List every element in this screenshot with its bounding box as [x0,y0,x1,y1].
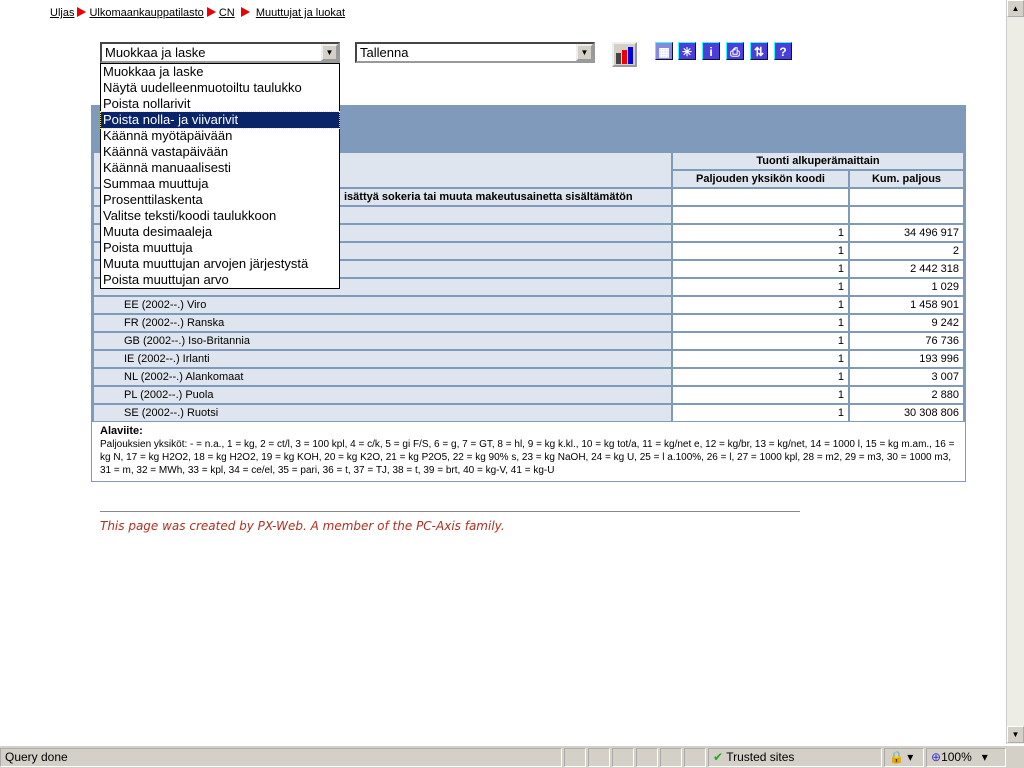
zoom-button[interactable]: ⊕100% ▾ [926,748,1006,767]
quantity-cell: 3 007 [850,369,963,385]
table-row: IE (2002--.) Irlanti 1 193 996 [94,351,963,367]
quantity-cell: 193 996 [850,351,963,367]
table-row: FR (2002--.) Ranska 1 9 242 [94,315,963,331]
flag-icon [77,7,87,17]
dropdown-option[interactable]: Summaa muuttuja [101,176,339,192]
unit-code-cell: 1 [673,315,848,331]
quantity-cell: 2 880 [850,387,963,403]
asterisk-icon[interactable]: ✳ [678,42,696,60]
unit-code-cell: 1 [673,243,848,259]
breadcrumb-uljas[interactable]: Uljas [50,7,74,19]
empty-cell [850,189,963,205]
security-zone: ✔ Trusted sites [708,748,882,767]
info-icon[interactable]: i [702,42,720,60]
row-label: PL (2002--.) Puola [94,387,671,403]
table-icon[interactable]: ▦ [655,42,673,60]
empty-cell [850,207,963,223]
zone-label: Trusted sites [726,750,795,764]
column-header-code: Paljouden yksikön koodi [673,171,848,187]
dropdown-option[interactable]: Prosenttilaskenta [101,192,339,208]
footnote-text: Paljouksien yksiköt: - = n.a., 1 = kg, 2… [100,439,955,476]
dropdown-option[interactable]: Käännä vastapäivään [101,144,339,160]
unit-code-cell: 1 [673,333,848,349]
sort-icon[interactable]: ⇅ [750,42,768,60]
print-icon[interactable]: ⎙ [726,42,744,60]
action-dropdown-list[interactable]: Muokkaa ja laske Näytä uudelleenmuotoiltu… [100,63,340,289]
unit-code-cell: 1 [673,387,848,403]
unit-code-cell: 1 [673,225,848,241]
row-label: SE (2002--.) Ruotsi [94,405,671,421]
dropdown-option[interactable]: Poista nollarivit [101,96,339,112]
footnote: Alaviite: Paljouksien yksiköt: - = n.a., … [92,422,965,481]
help-icon[interactable]: ? [774,42,792,60]
quantity-cell: 2 [850,243,963,259]
dropdown-option[interactable]: Poista nolla- ja viivarivit [100,111,340,129]
dropdown-option[interactable]: Muuta desimaaleja [101,224,339,240]
zoom-level: 100% [941,750,972,764]
quantity-cell: 30 308 806 [850,405,963,421]
credit-text: This page was created by PX-Web. A membe… [100,519,505,533]
row-label: FR (2002--.) Ranska [94,315,671,331]
flag-icon [240,7,250,17]
chevron-down-icon[interactable]: ▼ [321,44,338,61]
quantity-cell: 76 736 [850,333,963,349]
status-text: Query done [0,748,562,767]
quantity-cell: 1 458 901 [850,297,963,313]
column-header-value: Kum. paljous [850,171,963,187]
row-label: NL (2002--.) Alankomaat [94,369,671,385]
unit-code-cell: 1 [673,405,848,421]
check-icon: ✔ [713,750,724,764]
row-label: EE (2002--.) Viro [94,297,671,313]
save-select-value: Tallenna [360,45,409,60]
flag-icon [206,7,216,17]
dropdown-option[interactable]: Käännä manuaalisesti [101,160,339,176]
breadcrumb-ulkomaankauppatilasto[interactable]: Ulkomaankauppatilasto [89,7,203,19]
row-label: GB (2002--.) Iso-Britannia [94,333,671,349]
chevron-down-icon[interactable]: ▼ [576,44,593,61]
breadcrumb-muuttujat[interactable]: Muuttujat ja luokat [256,7,345,19]
row-label: IE (2002--.) Irlanti [94,351,671,367]
empty-cell [673,207,848,223]
divider [100,511,800,512]
unit-code-cell: 1 [673,351,848,367]
chart-icon [616,47,633,64]
table-row: EE (2002--.) Viro 1 1 458 901 [94,297,963,313]
unit-code-cell: 1 [673,369,848,385]
table-row: PL (2002--.) Puola 1 2 880 [94,387,963,403]
zoom-icon: ⊕ [931,750,942,764]
chart-button[interactable] [612,42,637,67]
dropdown-option[interactable]: Näytä uudelleenmuotoiltu taulukko [101,80,339,96]
dropdown-option[interactable]: Valitse teksti/koodi taulukkoon [101,208,339,224]
breadcrumb-cn[interactable]: CN [219,7,235,19]
status-bar: Query done ✔ Trusted sites 🔒 ▾ ⊕100% ▾ [0,745,1024,768]
dropdown-option[interactable]: Muokkaa ja laske [101,64,339,80]
quantity-cell: 34 496 917 [850,225,963,241]
dropdown-option[interactable]: Poista muuttuja [101,240,339,256]
table-row: GB (2002--.) Iso-Britannia 1 76 736 [94,333,963,349]
empty-cell [673,189,848,205]
dropdown-option[interactable]: Muuta muuttujan arvojen järjestystä [101,256,339,272]
table-row: SE (2002--.) Ruotsi 1 30 308 806 [94,405,963,421]
dropdown-option[interactable]: Käännä myötäpäivään [101,128,339,144]
save-select[interactable]: Tallenna ▼ [355,42,595,63]
quantity-cell: 1 029 [850,279,963,295]
footnote-title: Alaviite: [100,425,143,437]
table-row: NL (2002--.) Alankomaat 1 3 007 [94,369,963,385]
unit-code-cell: 1 [673,297,848,313]
scroll-up-icon[interactable]: ▲ [1007,0,1024,17]
quantity-cell: 2 442 318 [850,261,963,277]
action-select-value: Muokkaa ja laske [105,45,206,60]
unit-code-cell: 1 [673,261,848,277]
group-header: Tuonti alkuperämaittain [673,153,963,169]
lock-icon: 🔒 [889,750,904,764]
unit-code-cell: 1 [673,279,848,295]
protected-mode-button[interactable]: 🔒 ▾ [884,748,924,767]
dropdown-option[interactable]: Poista muuttujan arvo [101,272,339,288]
quantity-cell: 9 242 [850,315,963,331]
vertical-scrollbar[interactable]: ▲ ▼ [1006,0,1024,744]
breadcrumb: Uljas Ulkomaankauppatilasto CN Muuttujat j… [50,7,345,19]
scroll-down-icon[interactable]: ▼ [1007,726,1024,743]
action-select[interactable]: Muokkaa ja laske ▼ [100,42,340,63]
